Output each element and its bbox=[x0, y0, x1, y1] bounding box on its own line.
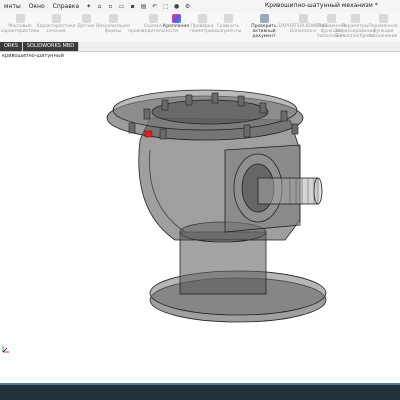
pin-icon[interactable]: ✦ bbox=[85, 3, 92, 10]
crank-shaft bbox=[257, 177, 319, 205]
mass-properties-icon bbox=[15, 14, 25, 23]
save-icon[interactable]: ▪ bbox=[129, 3, 136, 10]
shape-visualization-button[interactable]: Визуализация формы bbox=[94, 14, 132, 40]
tree-item-label: кривошипно-шатунный bbox=[2, 53, 64, 59]
sensor-icon bbox=[81, 14, 91, 23]
new-doc-icon[interactable]: ▫ bbox=[107, 3, 114, 10]
axis-triad-icon bbox=[2, 346, 9, 353]
simulationxpress-button[interactable]: Параметры Зафиксирования SimulationXpres… bbox=[335, 14, 375, 40]
fixtures-button[interactable]: Крепления bbox=[163, 14, 189, 40]
performance-evaluation-icon bbox=[148, 14, 158, 23]
simulationxpress-icon bbox=[350, 14, 360, 23]
window-title: Кривошипно-шатунный механизм * bbox=[265, 2, 378, 9]
dxport-icon bbox=[298, 14, 308, 23]
menu-help[interactable]: Справка bbox=[49, 3, 83, 10]
taskbar bbox=[0, 385, 400, 400]
menu-window[interactable]: Окно bbox=[25, 3, 49, 10]
variable-fill-button-2[interactable]: Переменная функция Заполнения bbox=[368, 14, 398, 40]
variable-fill-icon-2 bbox=[378, 14, 388, 23]
undo-icon[interactable]: ↶ bbox=[151, 3, 158, 10]
menu-tools[interactable]: мнты bbox=[0, 3, 25, 10]
check-geometry-icon bbox=[197, 14, 207, 23]
variable-fill-icon bbox=[326, 14, 336, 23]
mass-properties-button[interactable]: Массовые характеристики bbox=[1, 14, 39, 40]
selected-face-marker bbox=[144, 130, 153, 138]
command-tabs: ORKS SOLIDWORKS MBD bbox=[0, 42, 400, 52]
sensor-button[interactable]: Датчик bbox=[76, 14, 96, 40]
rebuild-icon[interactable]: ● bbox=[173, 3, 180, 10]
select-icon[interactable]: ⬚ bbox=[162, 3, 169, 10]
section-properties-icon bbox=[51, 14, 61, 23]
tab-solidworks-addins[interactable]: ORKS bbox=[0, 42, 23, 51]
tab-solidworks-mbd[interactable]: SOLIDWORKS MBD bbox=[22, 42, 80, 51]
check-document-icon bbox=[259, 14, 269, 23]
options-icon[interactable]: ⚙ bbox=[184, 3, 191, 10]
compare-documents-icon bbox=[223, 14, 233, 23]
print-icon[interactable]: ▤ bbox=[140, 3, 147, 10]
compare-documents-button[interactable]: Сравнить документы bbox=[214, 14, 242, 40]
shape-visualization-icon bbox=[108, 14, 118, 23]
dxport-dimensions-button[interactable]: DXPORTSOLIDWORKS Dimensions bbox=[279, 14, 328, 40]
check-geometry-button[interactable]: Проверка геометрии bbox=[188, 14, 216, 40]
home-icon[interactable]: ⌂ bbox=[96, 3, 103, 10]
graphics-viewport[interactable] bbox=[0, 52, 400, 385]
fixtures-icon bbox=[171, 14, 181, 23]
feature-tree-item[interactable]: кривошипно-шатунный bbox=[2, 53, 64, 59]
assembly-model-view bbox=[106, 89, 327, 323]
section-properties-button[interactable]: Характеристики сечения bbox=[37, 14, 76, 40]
command-manager-ribbon: Массовые характеристики Характеристики с… bbox=[0, 12, 400, 43]
open-icon[interactable]: ▭ bbox=[118, 3, 125, 10]
